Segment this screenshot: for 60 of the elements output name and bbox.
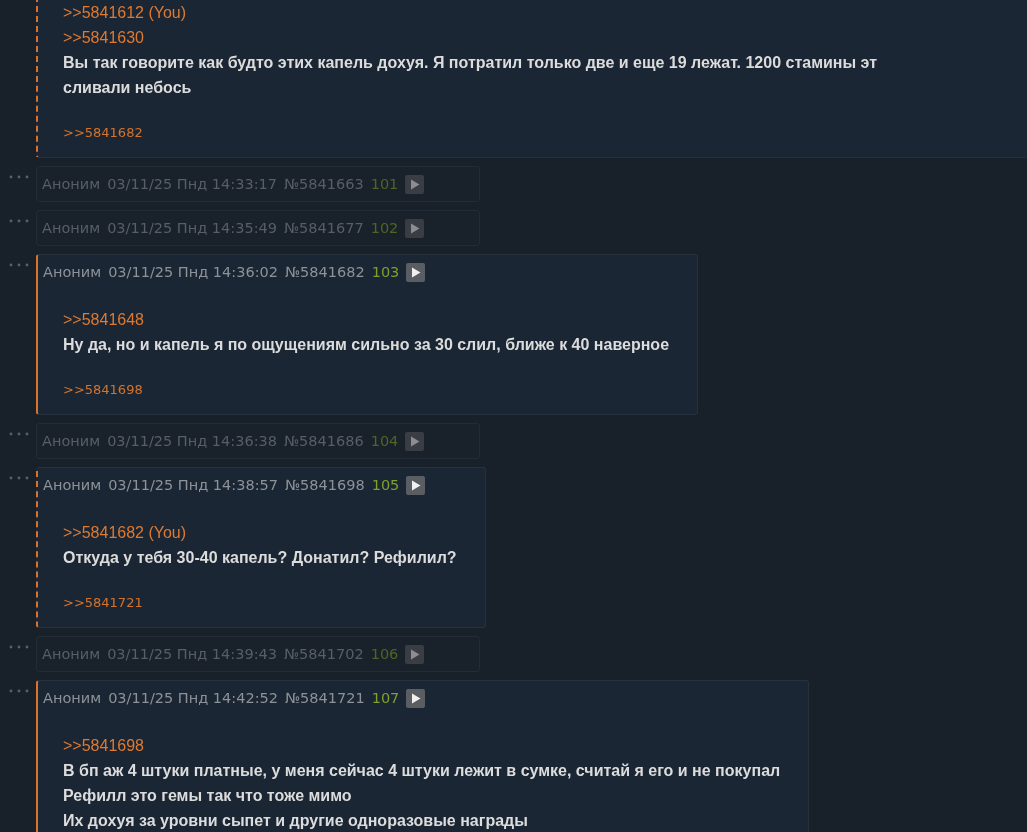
post-date: 03/11/25 Пнд 14:33:17 <box>107 176 277 192</box>
quote-link[interactable]: >>5841630 <box>63 25 999 50</box>
play-icon <box>410 692 421 704</box>
dots-icon[interactable] <box>8 218 30 224</box>
post-text: Вы так говорите как будто этих капель дохуя. Я потратил только две и еще 19 лежат. 1200 стамины эт <box>63 53 879 73</box>
post-date: 03/11/25 Пнд 14:35:49 <box>107 220 277 236</box>
post-index: 105 <box>371 477 400 493</box>
post-index: 101 <box>370 176 399 192</box>
post-index: 106 <box>370 646 399 662</box>
reply-link[interactable]: >>5841698 <box>63 382 143 397</box>
dots-icon[interactable] <box>8 475 30 481</box>
post-text: Ну да, но и капель я по ощущениям сильно за 30 слил, ближе к 40 наверное <box>63 335 670 355</box>
play-icon <box>409 435 420 447</box>
play-icon <box>410 266 421 278</box>
post-number[interactable]: №5841682 <box>285 264 365 280</box>
play-icon <box>409 178 420 190</box>
post-number[interactable]: №5841686 <box>284 433 364 449</box>
reply-link[interactable]: >>5841682 <box>63 125 143 140</box>
post-text: сливали небось <box>63 78 193 98</box>
author-name: Аноним <box>42 646 101 662</box>
post-index: 104 <box>370 433 399 449</box>
post-date: 03/11/25 Пнд 14:38:57 <box>108 477 278 493</box>
quote-link[interactable]: >>5841698 <box>63 733 781 758</box>
post-text: Их дохуя за уровни сыпет и другие одноразовые награды <box>63 811 529 831</box>
author-name: Аноним <box>43 264 102 280</box>
post-date: 03/11/25 Пнд 14:36:38 <box>107 433 277 449</box>
author-name: Аноним <box>42 433 101 449</box>
post-number[interactable]: №5841702 <box>284 646 364 662</box>
post-text: Рефилл это гемы так что тоже мимо <box>63 786 353 806</box>
post-number[interactable]: №5841677 <box>284 220 364 236</box>
play-icon <box>410 479 421 491</box>
post-text: В бп аж 4 штуки платные, у меня сейчас 4 штуки лежит в сумке, считай я его и не покупал <box>63 761 781 781</box>
post-number[interactable]: №5841721 <box>285 690 365 706</box>
play-button[interactable] <box>406 262 426 282</box>
play-icon <box>409 648 420 660</box>
post-date: 03/11/25 Пнд 14:42:52 <box>108 690 278 706</box>
play-icon <box>409 222 420 234</box>
post-index: 103 <box>371 264 400 280</box>
play-button[interactable] <box>406 475 426 495</box>
dots-icon[interactable] <box>8 174 30 180</box>
post-number[interactable]: №5841698 <box>285 477 365 493</box>
quote-link[interactable]: >>5841682 (You) <box>63 520 457 545</box>
reply-link[interactable]: >>5841721 <box>63 595 143 610</box>
dots-icon[interactable] <box>8 262 30 268</box>
author-name: Аноним <box>42 220 101 236</box>
quote-link[interactable]: >>5841648 <box>63 307 670 332</box>
dots-icon[interactable] <box>8 644 30 650</box>
author-name: Аноним <box>43 477 102 493</box>
post-number[interactable]: №5841663 <box>284 176 364 192</box>
post-index: 107 <box>371 690 400 706</box>
author-name: Аноним <box>42 176 101 192</box>
post-date: 03/11/25 Пнд 14:39:43 <box>107 646 277 662</box>
post-text: Откуда у тебя 30-40 капель? Донатил? Рефилил? <box>63 548 457 568</box>
quote-link[interactable]: >>5841612 (You) <box>63 0 999 25</box>
play-button[interactable] <box>406 688 426 708</box>
author-name: Аноним <box>43 690 102 706</box>
dots-icon[interactable] <box>8 688 30 694</box>
post-index: 102 <box>370 220 399 236</box>
post-date: 03/11/25 Пнд 14:36:02 <box>108 264 278 280</box>
dots-icon[interactable] <box>8 431 30 437</box>
